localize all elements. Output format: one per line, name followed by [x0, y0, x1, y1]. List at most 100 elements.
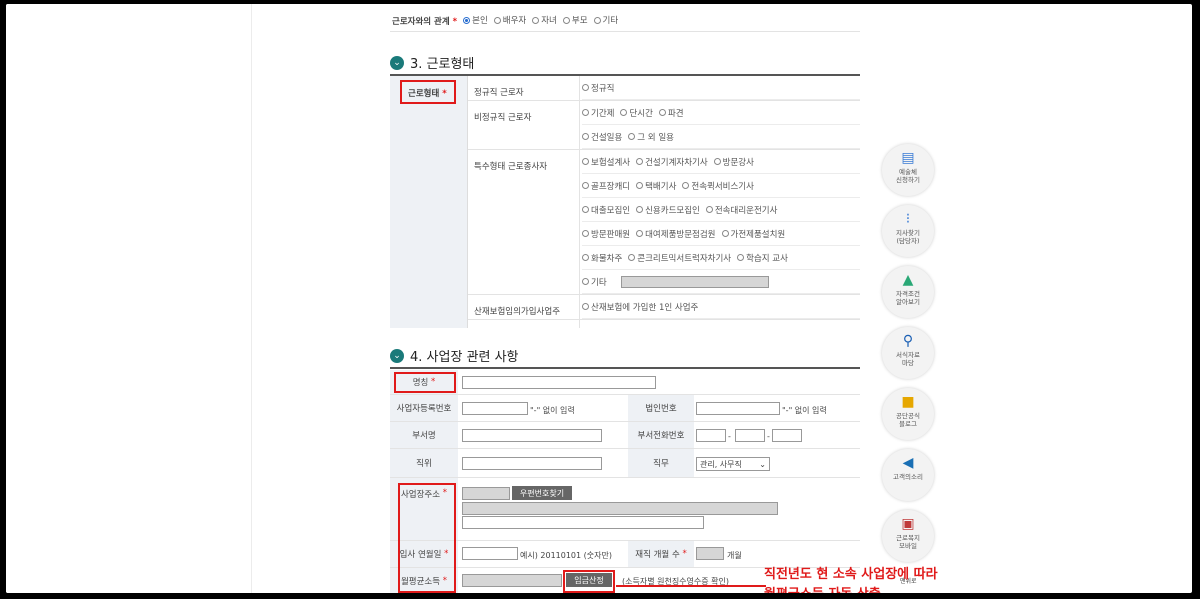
chevron-down-icon[interactable]: ⌄: [390, 348, 404, 363]
option-label: 본인: [472, 16, 488, 27]
employment-type-option[interactable]: 신용카드모집인: [636, 204, 700, 216]
employment-type-option[interactable]: 건설기계자차기사: [636, 156, 708, 168]
hire-date-input[interactable]: [462, 547, 518, 560]
quick-menu-item[interactable]: ⚲ 서식자료 마당: [882, 327, 934, 379]
deptphone-input-3[interactable]: [772, 429, 802, 442]
employment-type-option[interactable]: 기간제: [582, 107, 614, 119]
address-input[interactable]: [462, 502, 778, 515]
radio-button[interactable]: [636, 158, 644, 165]
radio-button[interactable]: [636, 230, 644, 237]
employment-type-option[interactable]: 그 외 일용: [628, 131, 674, 143]
category-label: 산재보험임의가입사업주: [474, 307, 561, 317]
employment-type-option[interactable]: 콘크리트믹서트럭자차기사: [628, 252, 731, 264]
radio-button[interactable]: [682, 182, 690, 189]
option-label: 그 외 일용: [637, 132, 674, 143]
radio-button[interactable]: [737, 254, 745, 261]
relationship-option[interactable]: 배우자: [493, 14, 526, 26]
months-input[interactable]: [696, 547, 724, 560]
radio-button[interactable]: [532, 16, 540, 24]
duty-select[interactable]: 관리, 사무직 ⌄: [696, 457, 770, 471]
radio-button[interactable]: [705, 206, 713, 213]
employment-type-option[interactable]: 건설일용: [582, 131, 622, 143]
radio-button[interactable]: [582, 254, 589, 261]
deptphone-input-2[interactable]: [735, 429, 765, 442]
radio-button[interactable]: [658, 109, 666, 116]
employment-type-option[interactable]: 보험설계사: [582, 156, 630, 168]
months-label-cell: 재직 개월 수 *: [628, 541, 694, 567]
employment-type-option[interactable]: 전속대리운전기사: [705, 204, 777, 216]
radio-button[interactable]: [721, 230, 729, 237]
employment-type-option[interactable]: 가전제품설치원: [721, 228, 785, 240]
hire-note: 예시) 20110101 (숫자만): [520, 551, 612, 560]
radio-button[interactable]: [713, 158, 721, 165]
corpno-input[interactable]: [696, 402, 780, 415]
employment-type-option[interactable]: 대여제품방문점검원: [636, 228, 716, 240]
chevron-down-icon[interactable]: ⌄: [390, 55, 404, 70]
deptphone-input-1[interactable]: [696, 429, 726, 442]
radio-button[interactable]: [582, 133, 589, 140]
dept-input[interactable]: [462, 429, 602, 442]
relationship-option[interactable]: 자녀: [532, 14, 557, 26]
employment-type-option[interactable]: 파견: [658, 107, 684, 119]
radio-button[interactable]: [636, 206, 644, 213]
quick-menu-item[interactable]: ▲ 자격조건 알아보기: [882, 266, 934, 318]
zipcode-search-button[interactable]: 우편번호찾기: [512, 486, 572, 500]
income-input[interactable]: [462, 574, 562, 587]
dash: -: [728, 432, 731, 441]
radio-button[interactable]: [582, 182, 589, 189]
radio-button[interactable]: [493, 16, 501, 24]
employment-type-option[interactable]: 전속퀵서비스기사: [682, 180, 754, 192]
radio-button[interactable]: [562, 16, 570, 24]
employment-type-option[interactable]: 방문판매원: [582, 228, 630, 240]
radio-button[interactable]: [593, 16, 601, 24]
radio-button[interactable]: [582, 84, 589, 91]
employment-type-option[interactable]: 방문강사: [713, 156, 754, 168]
quick-menu-item[interactable]: ⁝ 지사찾기 (담당자): [882, 205, 934, 257]
quick-menu-label: 예술체 신청하기: [896, 168, 920, 184]
radio-button[interactable]: [620, 109, 628, 116]
radio-button[interactable]: [582, 206, 589, 213]
radio-button[interactable]: [636, 182, 644, 189]
section3-heading: ⌄ 3. 근로형태: [390, 53, 474, 72]
deptphone-label-cell: 부서전화번호: [628, 422, 694, 448]
corpno-note: "-" 없이 입력: [782, 406, 827, 415]
address-detail-input[interactable]: [462, 516, 704, 529]
option-row: 보험설계사 건설기계자차기사 방문강사: [582, 150, 860, 174]
employment-type-option[interactable]: 골프장캐디: [582, 180, 630, 192]
bizno-input[interactable]: [462, 402, 528, 415]
radio-button[interactable]: [628, 133, 636, 140]
employment-type-option[interactable]: 대출모집인: [582, 204, 630, 216]
employment-type-option[interactable]: 기타: [582, 276, 607, 288]
option-label: 정규직: [591, 83, 615, 94]
radio-button[interactable]: [582, 230, 589, 237]
radio-button[interactable]: [582, 109, 589, 116]
employment-type-option[interactable]: 택배기사: [636, 180, 676, 192]
relationship-option[interactable]: 본인: [463, 14, 488, 26]
option-label: 단시간: [629, 108, 653, 119]
quick-menu-item[interactable]: ■ 공단공식 블로그: [882, 388, 934, 440]
position-label-cell: 직위: [390, 449, 458, 477]
option-label: 산재보험에 가입한 1인 사업주: [591, 302, 699, 313]
relationship-option[interactable]: 기타: [593, 14, 618, 26]
radio-button[interactable]: [582, 158, 589, 165]
radio-button[interactable]: [628, 254, 636, 261]
zipcode-input[interactable]: [462, 487, 510, 500]
relationship-option[interactable]: 부모: [562, 14, 588, 26]
employment-type-option[interactable]: 화물차주: [582, 252, 622, 264]
radio-button[interactable]: [463, 16, 471, 24]
employment-type-option[interactable]: 정규직: [582, 82, 614, 94]
employment-type-option[interactable]: 학습지 교사: [737, 252, 788, 264]
quick-menu-label: 근로복지 모바일: [896, 534, 920, 550]
radio-button[interactable]: [582, 278, 589, 285]
radio-button[interactable]: [582, 303, 589, 310]
option-label: 대출모집인: [591, 205, 631, 216]
quick-menu-label: 지사찾기 (담당자): [896, 229, 920, 245]
quick-menu-item[interactable]: ▤ 예술체 신청하기: [882, 144, 934, 196]
quick-menu-item[interactable]: ▣ 근로복지 모바일: [882, 510, 934, 562]
employment-type-option[interactable]: 산재보험에 가입한 1인 사업주: [582, 301, 698, 313]
employment-type-option[interactable]: 단시간: [620, 107, 653, 119]
quick-menu-item[interactable]: ◀ 고객의소리: [882, 449, 934, 501]
other-input[interactable]: [620, 275, 769, 288]
name-input[interactable]: [462, 376, 656, 389]
position-input[interactable]: [462, 457, 602, 470]
